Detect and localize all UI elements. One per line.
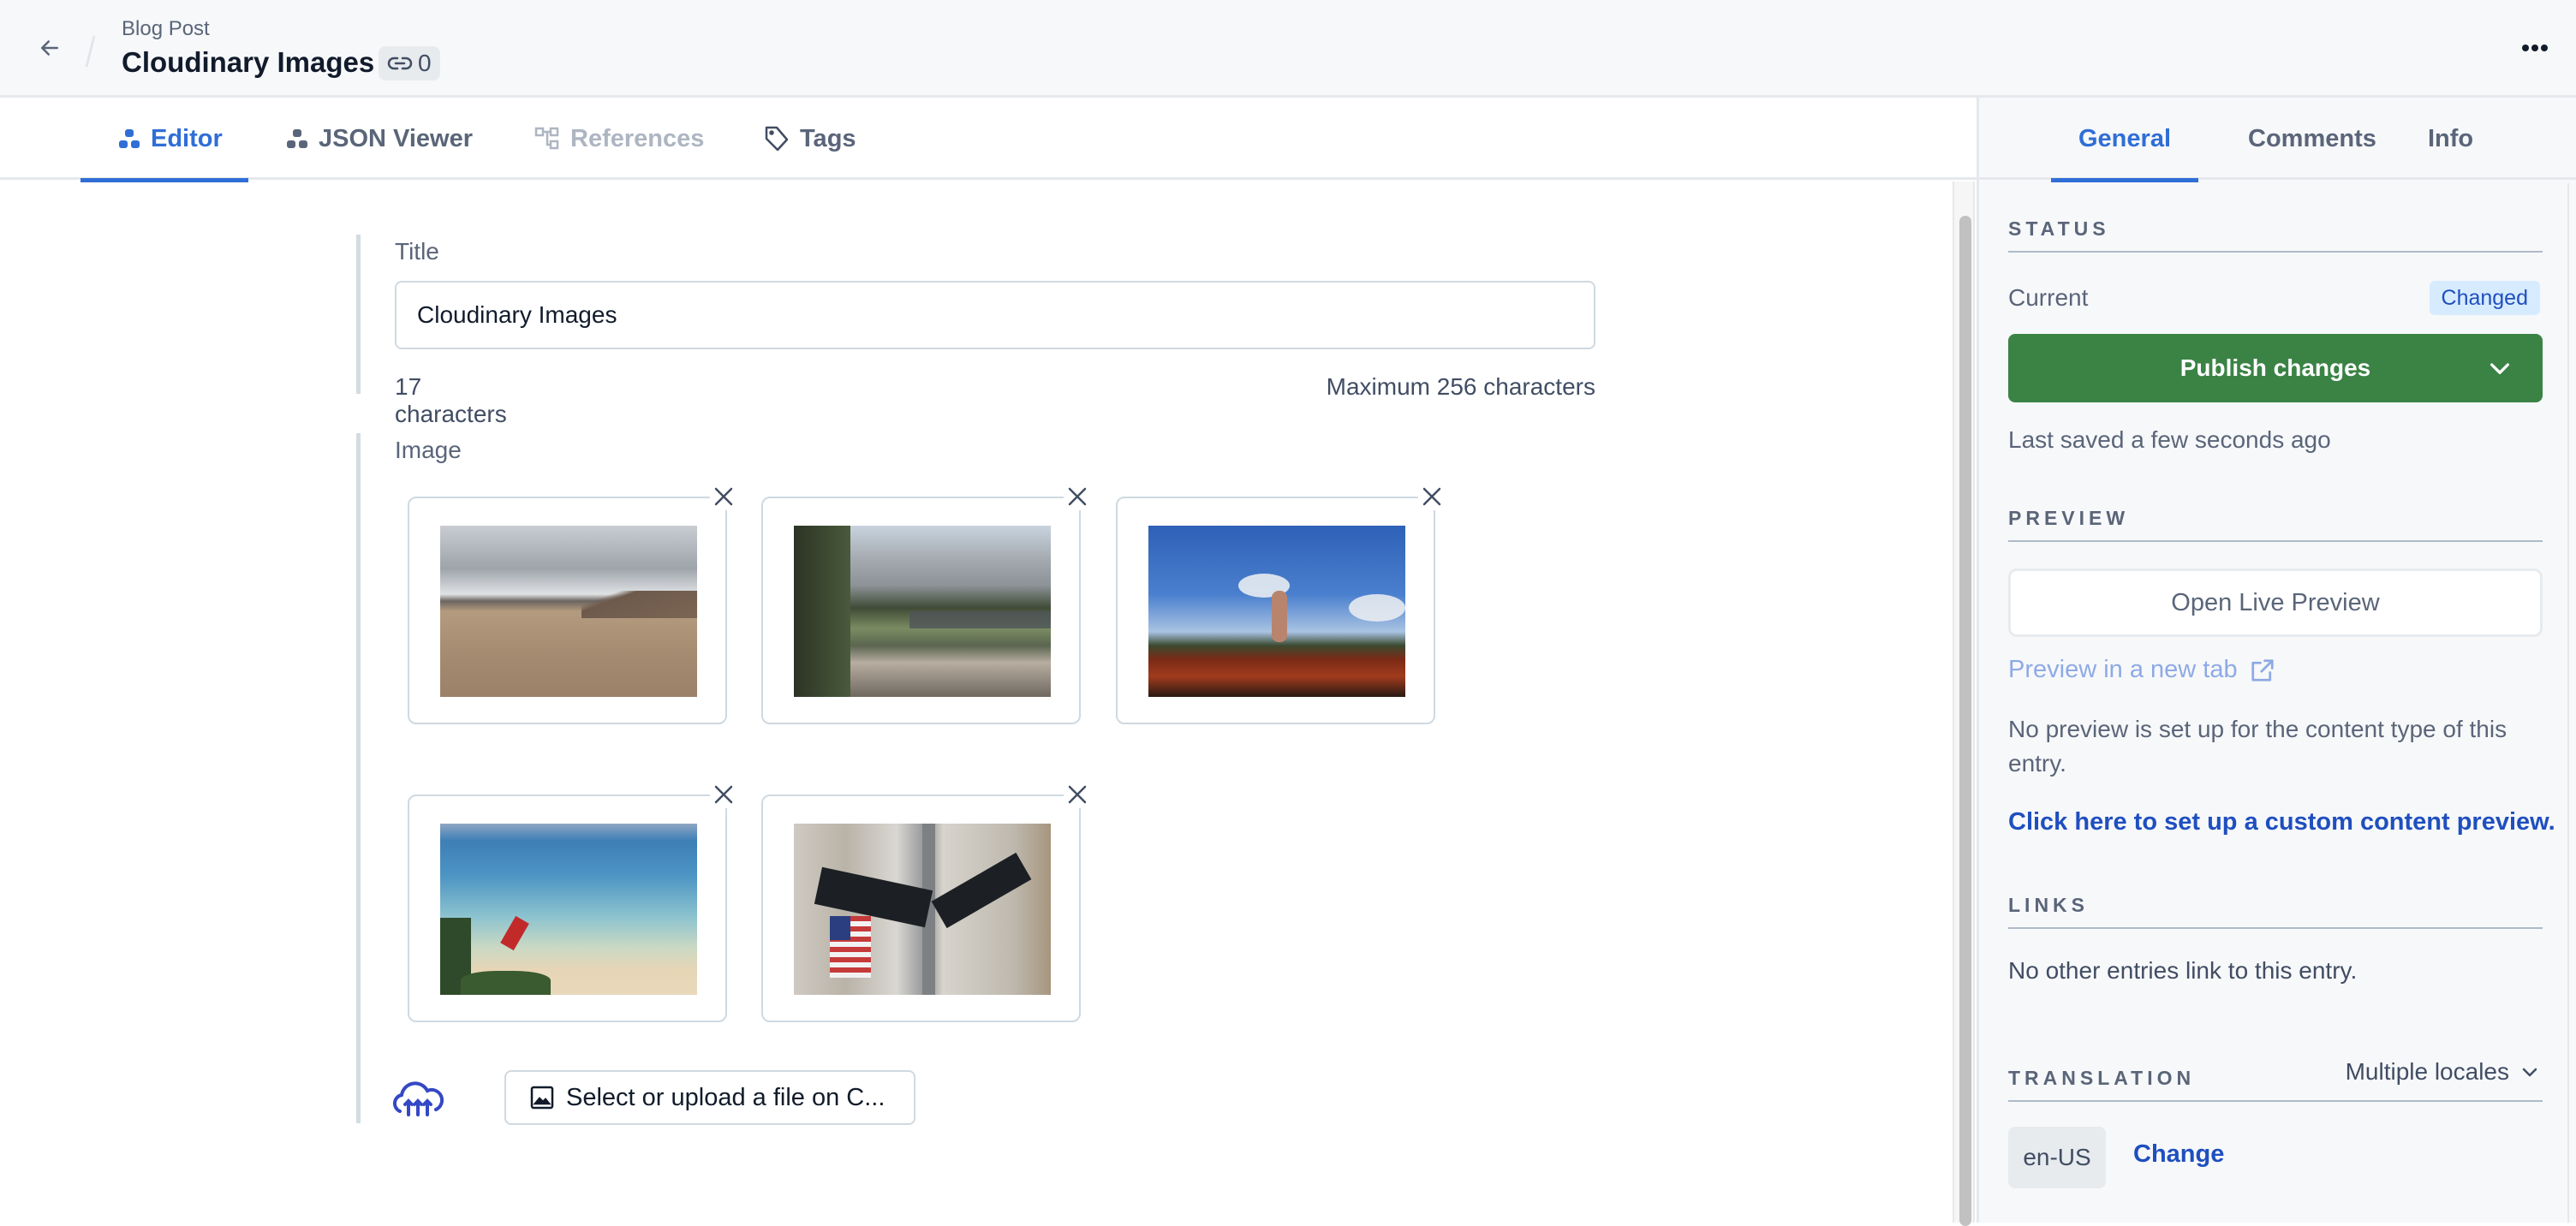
no-preview-text: No preview is set up for the content typ… [2008,716,2507,777]
tab-label: JSON Viewer [319,124,474,152]
tab-references[interactable]: References [534,98,704,180]
change-locale-link[interactable]: Change [2133,1140,2224,1169]
entry-title: Cloudinary Images [122,46,375,78]
status-badge: Changed [2429,281,2540,315]
tab-label: References [570,124,705,152]
editor-icon [119,129,140,148]
title-field: Title 17 characters Maximum 256 characte… [356,235,1595,427]
image-card [761,483,1091,724]
status-heading: STATUS [2008,217,2543,253]
chevron-down-icon [2522,1068,2537,1077]
image-icon [530,1086,554,1110]
more-horizontal-icon [2522,45,2548,51]
external-link-icon [2251,658,2274,681]
char-count: 17 characters [395,373,507,427]
tag-icon [765,126,789,152]
image-field-label: Image [395,437,462,463]
remove-image-button[interactable] [710,483,737,510]
references-icon [534,127,559,150]
preview-heading: PREVIEW [2008,507,2543,542]
references-badge[interactable]: 0 [379,46,440,80]
image-field: Image Select or upload a file on C... [356,433,1446,1125]
tab-info[interactable]: Info [2428,98,2473,180]
cloudinary-logo-icon [392,1081,444,1116]
editor-scrollbar-thumb[interactable] [1959,216,1971,1226]
close-icon [1068,487,1087,506]
tab-tags[interactable]: Tags [764,98,856,180]
image-thumbnail[interactable] [794,526,1051,697]
json-viewer-icon [287,129,307,148]
remove-image-button[interactable] [1064,483,1091,510]
publish-button-label: Publish changes [2179,354,2371,381]
close-icon [1068,785,1087,804]
editor-tabs: Editor JSON Viewer References Tags [0,98,1977,182]
tab-label: Editor [151,124,223,152]
open-live-preview-button[interactable]: Open Live Preview [2008,568,2543,637]
preview-new-tab-link[interactable]: Preview in a new tab [2008,656,2275,684]
preview-new-tab-label: Preview in a new tab [2008,656,2238,683]
title-input[interactable] [395,281,1595,349]
tab-comments[interactable]: Comments [2248,98,2376,180]
image-thumbnail[interactable] [440,526,697,697]
sidebar-scrollbar[interactable] [2567,183,2576,1223]
tab-editor[interactable]: Editor [80,98,248,182]
image-thumbnail[interactable] [1148,526,1405,697]
content-type-label: Blog Post [122,17,210,40]
close-icon [714,785,733,804]
publish-changes-button[interactable]: Publish changes [2008,334,2543,402]
image-card [761,781,1091,1022]
max-chars: Maximum 256 characters [1326,373,1595,400]
sidebar-tabs: General Comments Info [1979,98,2576,182]
image-card [1116,483,1446,724]
select-upload-button[interactable]: Select or upload a file on C... [504,1070,915,1125]
locale-mode-value: Multiple locales [2345,1058,2509,1085]
links-heading: LINKS [2008,894,2543,929]
image-thumbnail[interactable] [794,824,1051,995]
image-card [408,781,737,1022]
close-icon [1422,487,1441,506]
tab-json-viewer[interactable]: JSON Viewer [286,98,473,180]
image-thumbnail[interactable] [440,824,697,995]
current-label: Current [2008,284,2089,311]
entry-sidebar: General Comments Info STATUS Current Cha… [1977,98,2576,1223]
title-field-label: Title [395,238,439,265]
remove-image-button[interactable] [710,781,737,808]
upload-row: Select or upload a file on C... [391,1070,922,1125]
last-saved-text: Last saved a few seconds ago [2008,426,2331,453]
close-icon [714,487,733,506]
upload-button-label: Select or upload a file on C... [566,1083,886,1111]
setup-custom-preview-link[interactable]: Click here to set up a custom content pr… [2008,808,2555,836]
tab-label: Tags [800,124,856,152]
back-button[interactable] [29,31,70,65]
links-text: No other entries link to this entry. [2008,957,2358,984]
entry-header: Blog Post Cloudinary Images 0 [0,0,2576,98]
tab-general[interactable]: General [2051,98,2198,182]
more-options-button[interactable] [2514,33,2555,63]
editor-scrollbar[interactable] [1953,182,1975,1226]
references-count: 0 [418,50,432,76]
remove-image-button[interactable] [1064,781,1091,808]
link-icon [387,57,413,70]
locale-chip: en-US [2008,1127,2106,1188]
remove-image-button[interactable] [1418,483,1446,510]
arrow-left-icon [41,40,58,56]
image-card [408,483,737,724]
chevron-down-icon[interactable] [2486,354,2513,382]
breadcrumb-divider [85,36,96,67]
locale-mode-select[interactable]: Multiple locales [2346,1058,2540,1086]
